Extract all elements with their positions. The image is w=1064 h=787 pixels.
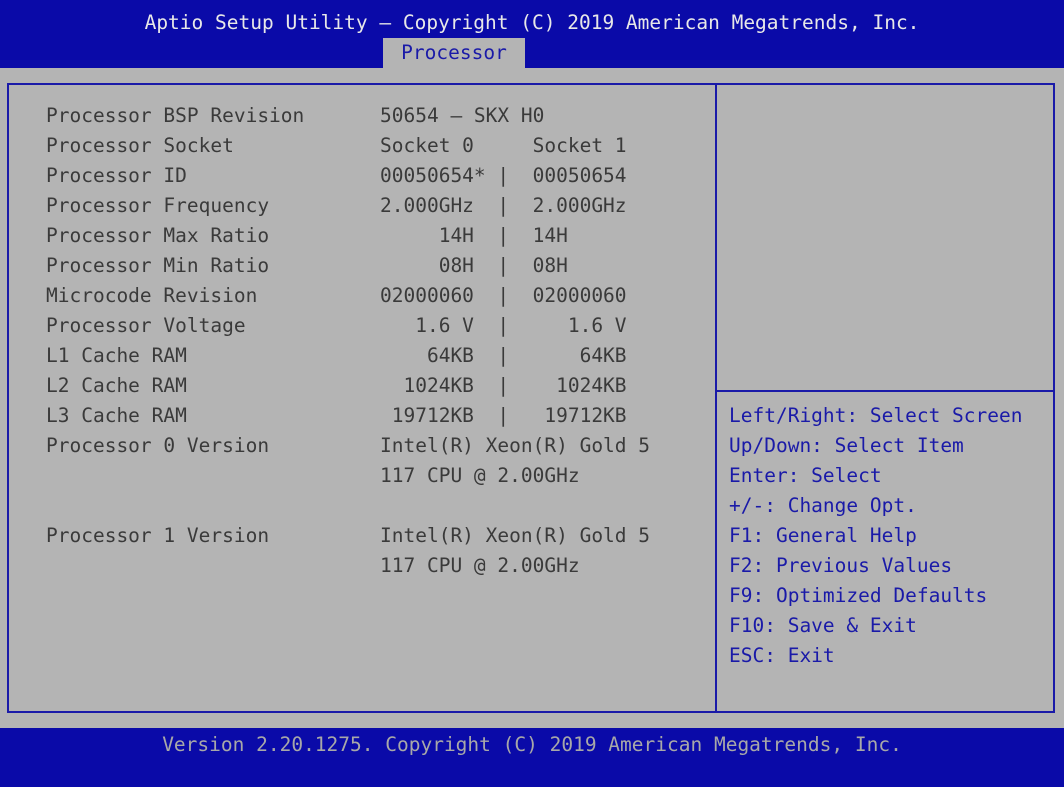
label-processor-frequency: Processor Frequency	[46, 194, 270, 217]
label-processor-1-version: Processor 1 Version	[46, 524, 270, 547]
content-area: Processor BSP Revision 50654 – SKX H0 Pr…	[0, 68, 1064, 728]
value-processor-voltage: 1.6 V | 1.6 V	[380, 314, 627, 337]
label-processor-socket: Processor Socket	[46, 134, 234, 157]
label-l3-cache-ram: L3 Cache RAM	[46, 404, 187, 427]
help-f2: F2: Previous Values	[729, 554, 953, 577]
value-l3-cache-ram: 19712KB | 19712KB	[380, 404, 627, 427]
help-up-down: Up/Down: Select Item	[729, 434, 964, 457]
label-microcode-revision: Microcode Revision	[46, 284, 258, 307]
value-l1-cache-ram: 64KB | 64KB	[380, 344, 627, 367]
footer-bar: Version 2.20.1275. Copyright (C) 2019 Am…	[0, 728, 1064, 787]
value-processor-bsp-revision: 50654 – SKX H0	[380, 104, 545, 127]
value-processor-1-version: Intel(R) Xeon(R) Gold 5	[380, 524, 651, 547]
help-f10: F10: Save & Exit	[729, 614, 917, 637]
help-esc: ESC: Exit	[729, 644, 835, 667]
label-processor-id: Processor ID	[46, 164, 187, 187]
value-l2-cache-ram: 1024KB | 1024KB	[380, 374, 627, 397]
value-microcode-revision: 02000060 | 02000060	[380, 284, 627, 307]
help-f1: F1: General Help	[729, 524, 917, 547]
value-processor-max-ratio: 14H | 14H	[380, 224, 568, 247]
value-processor-0-version: Intel(R) Xeon(R) Gold 5	[380, 434, 651, 457]
version-text: Version 2.20.1275. Copyright (C) 2019 Am…	[162, 733, 902, 756]
label-l1-cache-ram: L1 Cache RAM	[46, 344, 187, 367]
label-processor-0-version: Processor 0 Version	[46, 434, 270, 457]
label-processor-bsp-revision: Processor BSP Revision	[46, 104, 305, 127]
value-processor-1-version-cont: 117 CPU @ 2.00GHz	[380, 554, 580, 577]
label-processor-voltage: Processor Voltage	[46, 314, 246, 337]
label-l2-cache-ram: L2 Cache RAM	[46, 374, 187, 397]
header-bar: Aptio Setup Utility – Copyright (C) 2019…	[0, 0, 1064, 68]
value-processor-frequency: 2.000GHz | 2.000GHz	[380, 194, 627, 217]
tab-processor[interactable]: Processor	[383, 38, 525, 68]
label-processor-max-ratio: Processor Max Ratio	[46, 224, 270, 247]
value-processor-0-version-cont: 117 CPU @ 2.00GHz	[380, 464, 580, 487]
help-left-right: Left/Right: Select Screen	[729, 404, 1023, 427]
vertical-divider	[715, 85, 717, 711]
help-enter: Enter: Select	[729, 464, 882, 487]
help-change-opt: +/-: Change Opt.	[729, 494, 917, 517]
value-processor-id: 00050654* | 00050654	[380, 164, 627, 187]
app-title: Aptio Setup Utility – Copyright (C) 2019…	[144, 11, 920, 34]
help-divider	[717, 390, 1053, 392]
value-processor-min-ratio: 08H | 08H	[380, 254, 568, 277]
main-frame: Processor BSP Revision 50654 – SKX H0 Pr…	[7, 83, 1055, 713]
label-processor-min-ratio: Processor Min Ratio	[46, 254, 270, 277]
value-processor-socket: Socket 0 Socket 1	[380, 134, 627, 157]
help-f9: F9: Optimized Defaults	[729, 584, 988, 607]
